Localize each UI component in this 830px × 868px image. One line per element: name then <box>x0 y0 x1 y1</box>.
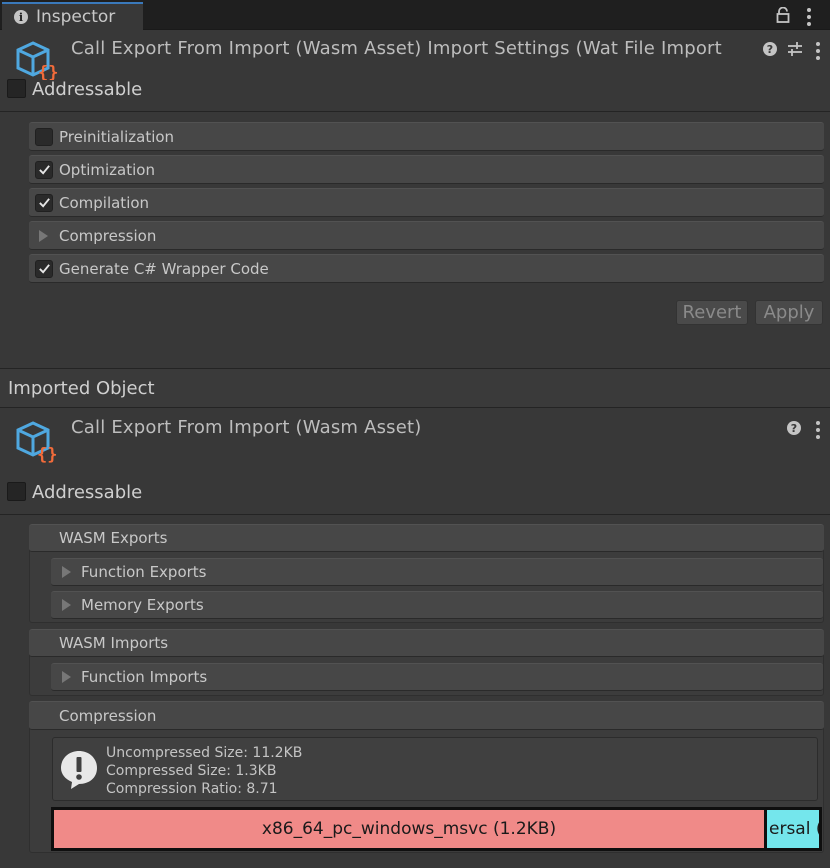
tab-label: Inspector <box>36 7 116 27</box>
foldout-arrow-icon <box>39 229 48 242</box>
compression-stats: Uncompressed Size: 11.2KB Compressed Siz… <box>106 744 302 798</box>
compression-header[interactable]: Compression <box>29 701 824 730</box>
uncompressed-size: Uncompressed Size: 11.2KB <box>106 745 303 761</box>
row-label: Compression <box>59 226 157 245</box>
foldout-function-exports[interactable]: Function Exports <box>51 558 823 586</box>
wasm-asset-icon: {} <box>14 420 60 468</box>
imported-object-bar: Imported Object <box>0 368 830 408</box>
checkmark-icon <box>38 264 50 274</box>
generate-wrapper-checkbox[interactable] <box>35 259 53 278</box>
addressable-label: Addressable <box>32 79 143 100</box>
row-preinitialization[interactable]: Preinitialization <box>29 122 824 151</box>
svg-text:{}: {} <box>37 445 57 464</box>
divider <box>0 111 830 112</box>
section-title: WASM Imports <box>59 634 169 652</box>
help-icon[interactable]: ? <box>763 42 777 56</box>
preinitialization-checkbox[interactable] <box>35 127 53 146</box>
row-label: Preinitialization <box>59 127 175 146</box>
tab-menu-icon[interactable] <box>806 8 812 26</box>
apply-button[interactable]: Apply <box>755 300 823 325</box>
info-icon: i <box>14 10 28 24</box>
preset-sliders-icon[interactable] <box>787 41 803 61</box>
wasm-imports-header[interactable]: WASM Imports <box>29 629 824 657</box>
addressable-checkbox[interactable] <box>7 482 26 501</box>
section-title: WASM Exports <box>59 529 168 547</box>
row-generate-wrapper[interactable]: Generate C# Wrapper Code <box>29 254 824 283</box>
compressed-size: Compressed Size: 1.3KB <box>106 763 277 779</box>
revert-button[interactable]: Revert <box>676 300 748 325</box>
optimization-checkbox[interactable] <box>35 160 53 179</box>
checkmark-icon <box>38 165 50 175</box>
row-label: Memory Exports <box>81 596 204 614</box>
imported-object-label: Imported Object <box>8 377 155 399</box>
warning-icon <box>59 749 99 795</box>
row-label: Optimization <box>59 160 155 179</box>
section-title: Compression <box>59 706 157 725</box>
row-label: Generate C# Wrapper Code <box>59 259 269 278</box>
foldout-memory-exports[interactable]: Memory Exports <box>51 591 823 619</box>
wasm-exports-header[interactable]: WASM Exports <box>29 524 824 552</box>
target-bar-universal: ersal ( <box>767 807 822 851</box>
row-compilation[interactable]: Compilation <box>29 188 824 217</box>
addressable-checkbox[interactable] <box>7 79 26 98</box>
page-title: Call Export From Import (Wasm Asset) Imp… <box>71 38 722 59</box>
compression-ratio: Compression Ratio: 8.71 <box>106 781 278 797</box>
divider <box>0 514 830 515</box>
row-label: Function Imports <box>81 668 208 686</box>
foldout-arrow-icon <box>62 671 71 683</box>
header-menu-icon[interactable] <box>815 42 821 60</box>
target-bar-x86-64: x86_64_pc_windows_msvc (1.2KB) <box>51 807 767 851</box>
svg-text:{}: {} <box>38 63 58 80</box>
checkmark-icon <box>38 198 50 208</box>
addressable-label: Addressable <box>32 482 143 503</box>
asset-title: Call Export From Import (Wasm Asset) <box>71 417 422 438</box>
compilation-checkbox[interactable] <box>35 193 53 212</box>
wasm-asset-icon: {} <box>14 40 60 84</box>
header-menu-icon[interactable] <box>815 421 821 439</box>
row-label: Compilation <box>59 193 150 212</box>
lock-icon[interactable] <box>776 6 790 27</box>
foldout-arrow-icon <box>62 566 71 578</box>
foldout-arrow-icon <box>62 599 71 611</box>
row-optimization[interactable]: Optimization <box>29 155 824 184</box>
tab-inspector[interactable]: i Inspector <box>2 2 143 30</box>
foldout-compression-settings[interactable]: Compression <box>29 221 824 250</box>
foldout-function-imports[interactable]: Function Imports <box>51 663 823 691</box>
help-icon[interactable]: ? <box>787 421 801 435</box>
row-label: Function Exports <box>81 563 207 581</box>
